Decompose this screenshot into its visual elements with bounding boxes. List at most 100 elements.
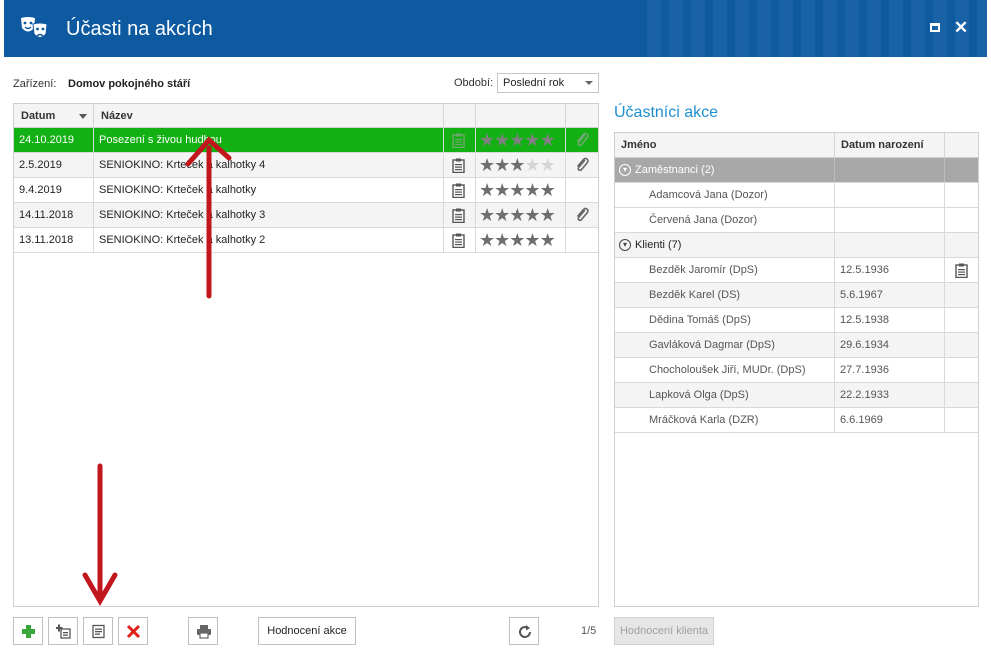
rating-star-icon[interactable]: ★ (494, 206, 510, 224)
participant-note-cell[interactable] (945, 308, 978, 332)
event-note-cell[interactable] (444, 228, 476, 252)
participant-row[interactable]: Bezděk Jaromír (DpS) 12.5.1936 (615, 258, 978, 283)
rating-star-icon[interactable]: ★ (509, 156, 525, 174)
rating-star-icon[interactable]: ★ (494, 156, 510, 174)
column-header-participant-note[interactable] (945, 133, 978, 158)
participant-note-cell[interactable] (945, 358, 978, 382)
add-copy-button[interactable] (48, 617, 78, 645)
period-select[interactable]: Poslední rok (497, 73, 599, 93)
rate-event-button[interactable]: Hodnocení akce (258, 617, 356, 645)
rating-star-icon[interactable]: ★ (540, 131, 556, 149)
column-header-note[interactable] (444, 104, 476, 128)
event-note-cell[interactable] (444, 203, 476, 227)
participant-note-cell[interactable] (945, 183, 978, 207)
event-attachment-cell[interactable] (566, 228, 598, 252)
event-attachment-cell[interactable] (566, 128, 598, 152)
participant-name: Chocholoušek Jiří, MUDr. (DpS) (615, 358, 835, 382)
rating-star-icon[interactable]: ★ (509, 131, 525, 149)
print-button[interactable] (188, 617, 218, 645)
event-row[interactable]: 24.10.2019 Posezení s živou hudbou ★★★★★ (14, 128, 598, 153)
rating-star-icon[interactable]: ★ (524, 181, 540, 199)
participant-note-cell[interactable] (945, 408, 978, 432)
rating-star-icon[interactable]: ★ (494, 131, 510, 149)
participant-note-cell[interactable] (945, 383, 978, 407)
event-attachment-cell[interactable] (566, 178, 598, 202)
participant-note-cell[interactable] (945, 283, 978, 307)
participant-row[interactable]: Gavláková Dagmar (DpS) 29.6.1934 (615, 333, 978, 358)
rating-star-icon[interactable]: ★ (509, 206, 525, 224)
rating-star-icon[interactable]: ★ (509, 231, 525, 249)
close-button[interactable]: ✕ (953, 19, 969, 36)
rating-star-icon[interactable]: ★ (540, 206, 556, 224)
participant-note-cell[interactable] (945, 258, 978, 282)
clipboard-icon (452, 158, 465, 173)
rating-star-icon[interactable]: ★ (479, 231, 495, 249)
refresh-button[interactable] (509, 617, 539, 645)
participant-row[interactable]: Mráčková Karla (DZR) 6.6.1969 (615, 408, 978, 433)
participant-note-cell[interactable] (945, 208, 978, 232)
participants-title: Účastníci akce (614, 104, 719, 121)
column-header-date[interactable]: Datum (14, 104, 94, 128)
column-header-attachment[interactable] (566, 104, 598, 128)
participant-group-row[interactable]: ▾ Zaměstnanci (2) (615, 158, 978, 183)
event-note-cell[interactable] (444, 128, 476, 152)
column-header-name[interactable]: Název (94, 104, 444, 128)
participant-birth-date: 29.6.1934 (835, 333, 945, 357)
event-rating: ★★★★★ (476, 178, 566, 202)
rate-client-button[interactable]: Hodnocení klienta (614, 617, 714, 645)
event-attachment-cell[interactable] (566, 153, 598, 177)
facility-label: Zařízení: (13, 78, 57, 90)
participant-row[interactable]: Dědina Tomáš (DpS) 12.5.1938 (615, 308, 978, 333)
rating-star-icon[interactable]: ★ (479, 131, 495, 149)
rating-star-icon[interactable]: ★ (540, 231, 556, 249)
participant-row[interactable]: Lapková Olga (DpS) 22.2.1933 (615, 383, 978, 408)
event-rating: ★★★★★ (476, 203, 566, 227)
participant-name: Adamcová Jana (Dozor) (615, 183, 835, 207)
event-name: SENIOKINO: Krteček a kalhotky 2 (94, 228, 444, 252)
rating-star-icon[interactable]: ★ (494, 181, 510, 199)
participant-note-cell[interactable] (945, 333, 978, 357)
rating-star-icon[interactable]: ★ (479, 206, 495, 224)
rating-star-icon[interactable]: ★ (509, 181, 525, 199)
column-header-birth-date[interactable]: Datum narození (835, 133, 945, 158)
participant-row[interactable]: Chocholoušek Jiří, MUDr. (DpS) 27.7.1936 (615, 358, 978, 383)
rating-star-icon[interactable]: ★ (524, 231, 540, 249)
rating-star-icon[interactable]: ★ (540, 156, 556, 174)
collapse-group-icon[interactable]: ▾ (619, 239, 631, 251)
rating-star-icon[interactable]: ★ (540, 181, 556, 199)
participant-row[interactable]: Adamcová Jana (Dozor) (615, 183, 978, 208)
event-row[interactable]: 9.4.2019 SENIOKINO: Krteček a kalhotky ★★★… (14, 178, 598, 203)
event-row[interactable]: 13.11.2018 SENIOKINO: Krteček a kalhotky … (14, 228, 598, 253)
participant-row[interactable]: Červená Jana (Dozor) (615, 208, 978, 233)
clipboard-icon (955, 263, 968, 278)
event-note-cell[interactable] (444, 153, 476, 177)
plus-icon (22, 625, 35, 638)
sort-desc-icon (79, 114, 87, 119)
participant-birth-date: 27.7.1936 (835, 358, 945, 382)
participant-group-label: Klienti (7) (635, 239, 682, 251)
rating-star-icon[interactable]: ★ (524, 156, 540, 174)
facility-value: Domov pokojného stáří (68, 78, 191, 90)
participant-birth-date: 12.5.1938 (835, 308, 945, 332)
event-row[interactable]: 2.5.2019 SENIOKINO: Krteček a kalhotky 4 ★… (14, 153, 598, 178)
participant-group-label: Zaměstnanci (2) (635, 164, 715, 176)
participant-row[interactable]: Bezděk Karel (DS) 5.6.1967 (615, 283, 978, 308)
add-event-button[interactable] (13, 617, 43, 645)
edit-event-button[interactable] (83, 617, 113, 645)
rating-star-icon[interactable]: ★ (479, 181, 495, 199)
events-grid: Datum Název 24.10.2019 Posezení s živou h… (13, 103, 599, 607)
maximize-button[interactable] (927, 20, 943, 36)
rating-star-icon[interactable]: ★ (524, 206, 540, 224)
column-header-participant-name[interactable]: Jméno (615, 133, 835, 158)
participant-group-row[interactable]: ▾ Klienti (7) (615, 233, 978, 258)
event-row[interactable]: 14.11.2018 SENIOKINO: Krteček a kalhotky … (14, 203, 598, 228)
event-attachment-cell[interactable] (566, 203, 598, 227)
rating-star-icon[interactable]: ★ (479, 156, 495, 174)
delete-event-button[interactable] (118, 617, 148, 645)
rate-client-label: Hodnocení klienta (619, 625, 709, 637)
event-note-cell[interactable] (444, 178, 476, 202)
column-header-rating[interactable] (476, 104, 566, 128)
collapse-group-icon[interactable]: ▾ (619, 164, 631, 176)
rating-star-icon[interactable]: ★ (524, 131, 540, 149)
rating-star-icon[interactable]: ★ (494, 231, 510, 249)
